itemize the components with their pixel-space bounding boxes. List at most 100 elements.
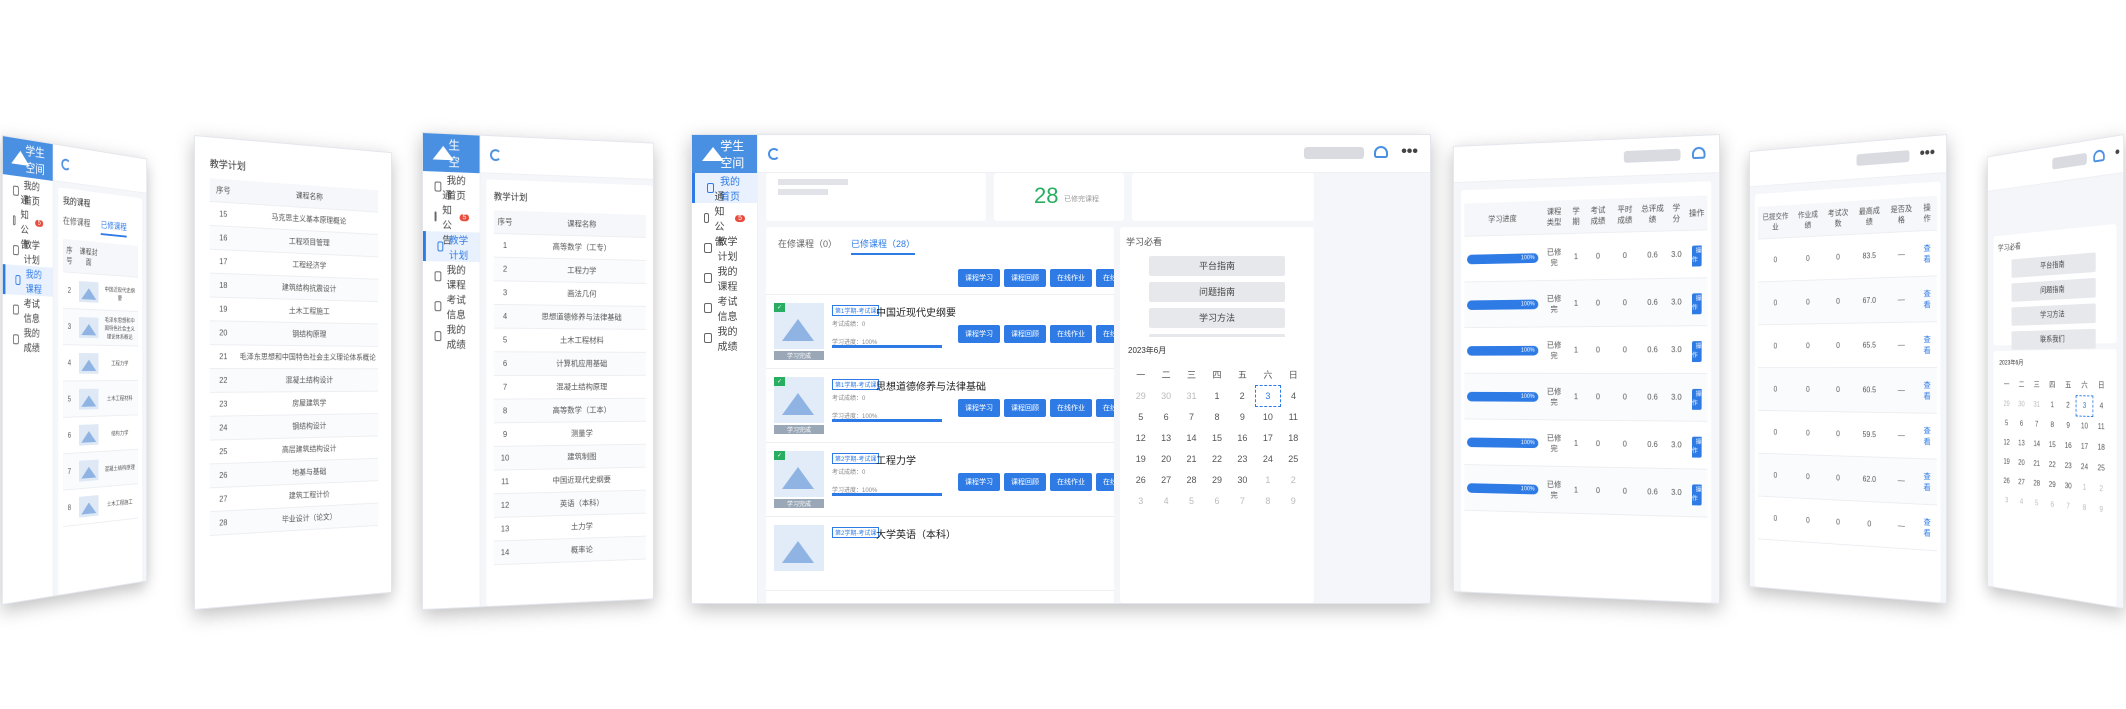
calendar-day[interactable]: 9 xyxy=(1230,406,1255,427)
calendar-day[interactable]: 8 xyxy=(1255,490,1280,511)
course-action-button[interactable]: 在线作业 xyxy=(1050,325,1092,343)
course-action-button[interactable]: 课程学习 xyxy=(958,325,1000,343)
course-cover-image[interactable] xyxy=(78,280,99,303)
calendar-day[interactable]: 21 xyxy=(2029,453,2044,474)
view-link[interactable]: 查看 xyxy=(1923,335,1930,355)
calendar-day[interactable]: 4 xyxy=(2014,491,2029,512)
calendar-day[interactable]: 3 xyxy=(1254,384,1282,407)
calendar-day[interactable]: 23 xyxy=(1230,448,1255,469)
calendar-day[interactable]: 25 xyxy=(2093,457,2110,479)
sidebar-item-1[interactable]: 通知公告 5 xyxy=(3,195,53,251)
view-button[interactable]: 操作 xyxy=(1691,244,1702,267)
help-button[interactable]: 学习方法 xyxy=(2011,303,2096,326)
sidebar-item-3[interactable]: 我的课程 xyxy=(2,264,53,297)
course-action-button[interactable]: 课程回顾 xyxy=(1004,269,1046,287)
calendar-day[interactable]: 9 xyxy=(2060,415,2076,436)
calendar-day[interactable]: 5 xyxy=(1128,406,1153,427)
course-cover-image[interactable] xyxy=(774,525,824,571)
calendar-day[interactable]: 10 xyxy=(1255,406,1280,427)
course-cover-image[interactable] xyxy=(78,459,99,482)
calendar-day[interactable]: 30 xyxy=(1153,385,1178,406)
course-action-button[interactable]: 课程回顾 xyxy=(1004,399,1046,417)
more-icon[interactable]: ••• xyxy=(1401,143,1418,161)
calendar-day[interactable]: 11 xyxy=(2093,416,2110,437)
calendar-day[interactable]: 8 xyxy=(2076,497,2092,519)
course-action-button[interactable]: 课程回顾 xyxy=(1004,473,1046,491)
tab-finished[interactable]: 已修课程（28） xyxy=(851,237,916,255)
calendar-day[interactable]: 29 xyxy=(1204,469,1229,490)
view-button[interactable]: 操作 xyxy=(1691,292,1702,314)
help-button[interactable]: 问题指南 xyxy=(1149,282,1285,302)
sidebar-item-5[interactable]: 我的成绩 xyxy=(3,324,53,355)
calendar-day[interactable]: 28 xyxy=(2029,473,2044,494)
calendar-day[interactable]: 1 xyxy=(2076,476,2092,498)
calendar-day[interactable]: 1 xyxy=(2044,395,2060,415)
calendar-day[interactable]: 1 xyxy=(1204,385,1229,406)
calendar-day[interactable]: 13 xyxy=(2014,433,2029,453)
calendar-day[interactable]: 3 xyxy=(1128,490,1153,511)
calendar-day[interactable]: 4 xyxy=(2093,395,2110,416)
view-button[interactable]: 操作 xyxy=(1691,483,1702,506)
view-link[interactable]: 查看 xyxy=(1923,426,1930,446)
help-button[interactable]: 联系我们 xyxy=(2011,328,2096,350)
calendar-day[interactable]: 7 xyxy=(2029,414,2044,434)
view-link[interactable]: 查看 xyxy=(1923,380,1930,400)
course-action-button[interactable]: 课程学习 xyxy=(958,473,1000,491)
sidebar-item-2[interactable]: 教学计划 xyxy=(422,231,480,263)
calendar-day[interactable]: 27 xyxy=(2014,472,2029,493)
course-action-button[interactable]: 在线作业 xyxy=(1050,399,1092,417)
view-button[interactable]: 操作 xyxy=(1691,388,1702,410)
calendar-day[interactable]: 6 xyxy=(1153,406,1178,427)
calendar-day[interactable]: 4 xyxy=(1281,385,1306,406)
collapse-icon[interactable] xyxy=(489,148,502,162)
help-button[interactable]: 学习方法 xyxy=(1149,308,1285,328)
calendar-day[interactable]: 9 xyxy=(1281,490,1306,511)
sidebar-item-5[interactable]: 我的成绩 xyxy=(423,321,480,351)
collapse-icon[interactable] xyxy=(61,158,71,171)
course-cover-image[interactable] xyxy=(78,388,99,410)
sidebar-item-4[interactable]: 考试信息 xyxy=(3,294,53,326)
calendar-day[interactable]: 2 xyxy=(1281,469,1306,490)
calendar-day[interactable]: 7 xyxy=(2060,495,2076,517)
view-button[interactable]: 操作 xyxy=(1691,340,1702,362)
calendar-day[interactable]: 3 xyxy=(2076,395,2093,417)
user-name[interactable] xyxy=(1304,147,1364,159)
sidebar-item-3[interactable]: 我的课程 xyxy=(423,261,480,292)
calendar-day[interactable]: 5 xyxy=(1179,490,1204,511)
calendar-day[interactable]: 2 xyxy=(2060,395,2076,416)
tab-current[interactable]: 在修课程 xyxy=(63,214,90,234)
help-button[interactable]: 平台指南 xyxy=(1149,256,1285,276)
course-action-button[interactable]: 在线作业 xyxy=(1050,269,1092,287)
calendar-day[interactable]: 8 xyxy=(2044,414,2060,435)
calendar-day[interactable]: 2 xyxy=(1230,385,1255,406)
sidebar-item-2[interactable]: 教学计划 xyxy=(692,233,757,263)
calendar-day[interactable]: 10 xyxy=(2076,415,2092,436)
view-link[interactable]: 查看 xyxy=(1923,243,1930,263)
calendar-day[interactable]: 19 xyxy=(1999,451,2014,471)
more-icon[interactable]: • xyxy=(2115,144,2120,163)
calendar-day[interactable]: 8 xyxy=(1204,406,1229,427)
calendar-day[interactable]: 31 xyxy=(1179,385,1204,406)
course-action-button[interactable]: 在线测试 xyxy=(1096,269,1114,287)
calendar-day[interactable]: 18 xyxy=(2093,437,2110,459)
calendar-day[interactable]: 25 xyxy=(1281,448,1306,469)
calendar-day[interactable]: 14 xyxy=(1179,427,1204,448)
calendar-day[interactable]: 18 xyxy=(1281,427,1306,448)
sidebar-item-5[interactable]: 我的成绩 xyxy=(692,323,757,353)
view-button[interactable]: 操作 xyxy=(1691,436,1702,458)
course-cover-image[interactable] xyxy=(78,316,99,338)
cloud-icon[interactable] xyxy=(2093,149,2105,163)
calendar-day[interactable]: 22 xyxy=(2044,454,2060,475)
tab-finished[interactable]: 已修课程 xyxy=(100,218,127,238)
course-action-button[interactable]: 课程回顾 xyxy=(1004,325,1046,343)
view-link[interactable]: 查看 xyxy=(1923,289,1930,309)
course-action-button[interactable]: 课程学习 xyxy=(958,399,1000,417)
course-action-button[interactable]: 在线测试 xyxy=(1096,473,1114,491)
calendar-day[interactable]: 26 xyxy=(1128,469,1153,490)
calendar-day[interactable]: 17 xyxy=(1255,427,1280,448)
calendar-day[interactable]: 11 xyxy=(1281,406,1306,427)
calendar-day[interactable]: 15 xyxy=(1204,427,1229,448)
course-cover-image[interactable] xyxy=(78,423,99,446)
calendar-day[interactable]: 2 xyxy=(2093,478,2110,500)
calendar-day[interactable]: 12 xyxy=(1999,432,2014,452)
